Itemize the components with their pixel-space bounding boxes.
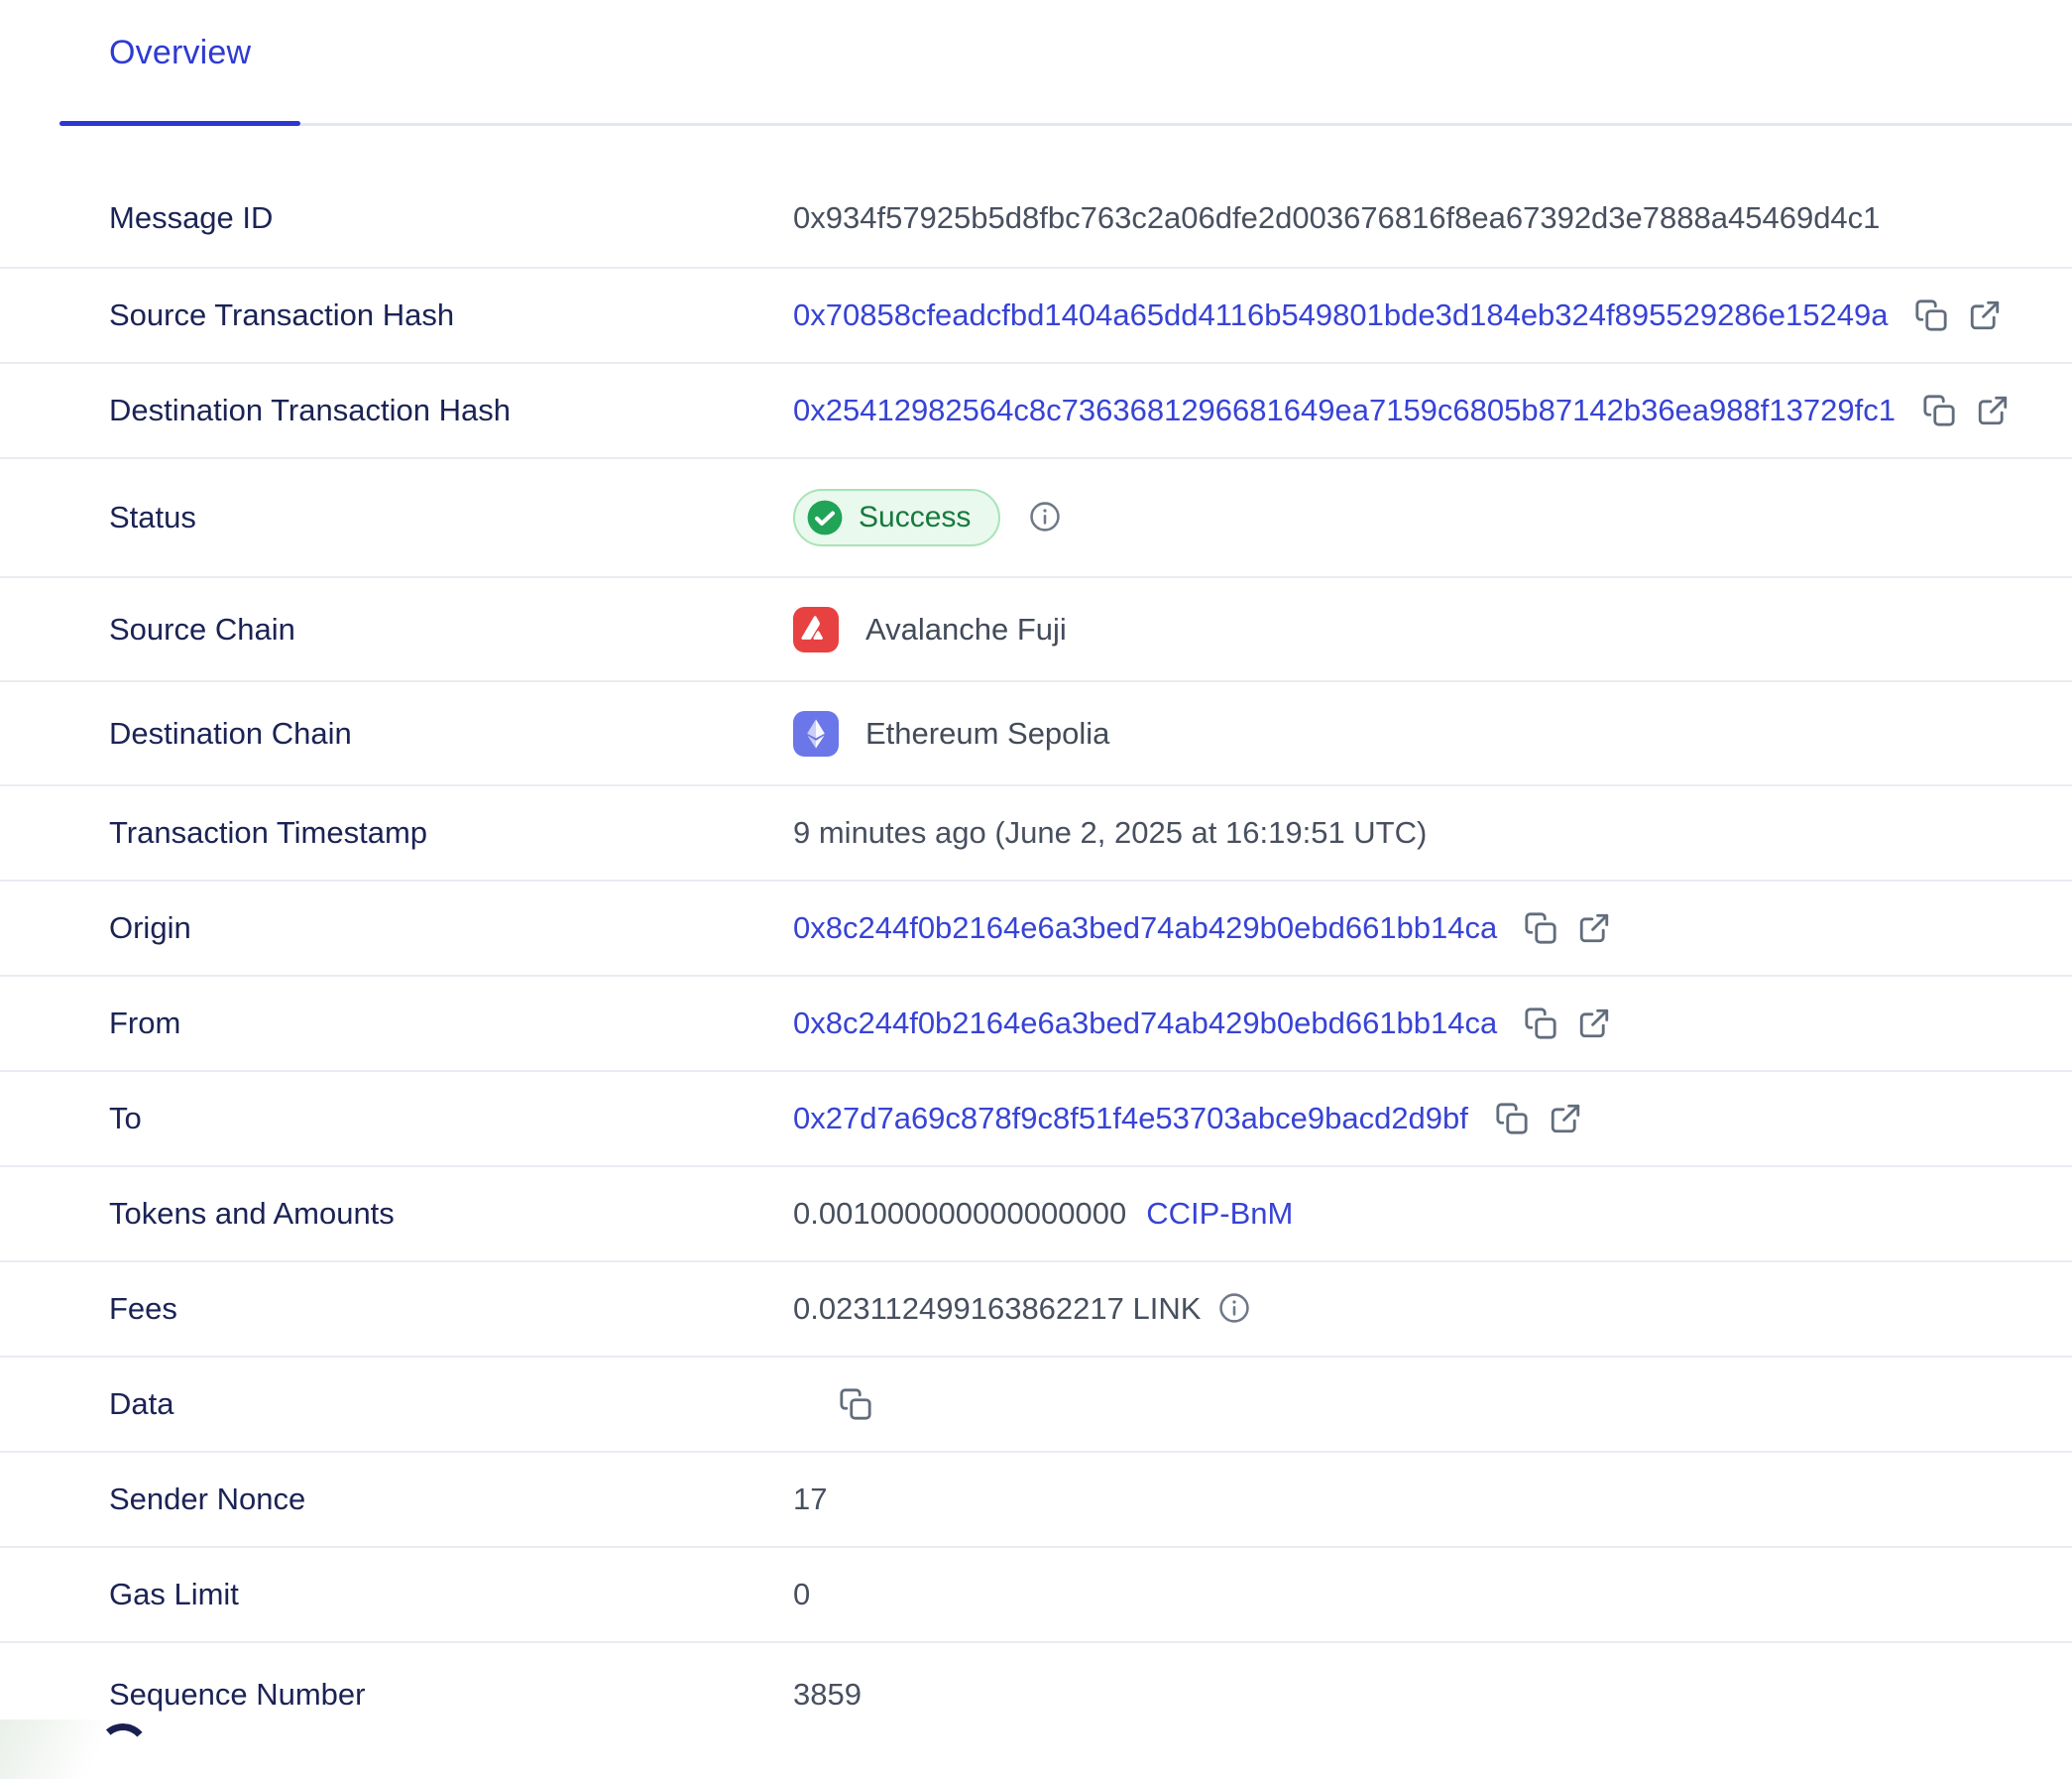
- token-amount: 0.001000000000000000: [793, 1196, 1126, 1232]
- copy-icon[interactable]: [1921, 393, 1957, 428]
- tab-bar-divider: [59, 123, 2072, 126]
- external-link-icon[interactable]: [1967, 297, 2003, 333]
- active-tab-indicator: [59, 121, 300, 126]
- from-label: From: [109, 1006, 793, 1041]
- fees-info-icon[interactable]: [1217, 1291, 1253, 1327]
- table-row-message-id: Message ID 0x934f57925b5d8fbc763c2a06dfe…: [0, 170, 2072, 269]
- external-link-icon[interactable]: [1975, 393, 2011, 428]
- token-symbol-link[interactable]: CCIP-BnM: [1146, 1196, 1293, 1232]
- status-info-icon[interactable]: [1028, 500, 1064, 535]
- from-address-link[interactable]: 0x8c244f0b2164e6a3bed74ab429b0ebd661bb14…: [793, 1006, 1497, 1041]
- dest-tx-hash-link[interactable]: 0x25412982564c8c7363681296681649ea7159c6…: [793, 393, 1896, 428]
- table-row-source-tx-hash: Source Transaction Hash 0x70858cfeadcfbd…: [0, 269, 2072, 364]
- table-row-source-chain: Source Chain Avalanche Fuji: [0, 578, 2072, 682]
- copy-icon[interactable]: [838, 1386, 873, 1422]
- external-link-icon[interactable]: [1576, 910, 1612, 946]
- gas-limit-value: 0: [793, 1577, 810, 1612]
- sequence-number-value: 3859: [793, 1677, 862, 1713]
- sender-nonce-value: 17: [793, 1482, 827, 1517]
- external-link-icon[interactable]: [1548, 1101, 1583, 1136]
- table-row-fees: Fees 0.023112499163862217 LINK: [0, 1262, 2072, 1358]
- external-link-icon[interactable]: [1576, 1006, 1612, 1041]
- origin-address-link[interactable]: 0x8c244f0b2164e6a3bed74ab429b0ebd661bb14…: [793, 910, 1497, 946]
- copy-icon[interactable]: [1523, 1006, 1558, 1041]
- dest-chain-name: Ethereum Sepolia: [865, 716, 1109, 752]
- status-badge-text: Success: [859, 501, 971, 534]
- copy-icon[interactable]: [1913, 297, 1949, 333]
- table-row-from: From 0x8c244f0b2164e6a3bed74ab429b0ebd66…: [0, 977, 2072, 1072]
- check-circle-icon: [806, 499, 844, 536]
- overview-table: Message ID 0x934f57925b5d8fbc763c2a06dfe…: [0, 170, 2072, 1746]
- gas-limit-label: Gas Limit: [109, 1577, 793, 1612]
- table-row-gas-limit: Gas Limit 0: [0, 1548, 2072, 1643]
- dest-tx-hash-label: Destination Transaction Hash: [109, 393, 793, 428]
- status-label: Status: [109, 500, 793, 535]
- sender-nonce-label: Sender Nonce: [109, 1482, 793, 1517]
- message-id-label: Message ID: [109, 200, 793, 236]
- table-row-to: To 0x27d7a69c878f9c8f51f4e53703abce9bacd…: [0, 1072, 2072, 1167]
- tab-overview[interactable]: Overview: [109, 34, 251, 72]
- table-row-tokens: Tokens and Amounts 0.001000000000000000 …: [0, 1167, 2072, 1262]
- origin-label: Origin: [109, 910, 793, 946]
- table-row-status: Status Success: [0, 459, 2072, 578]
- table-row-origin: Origin 0x8c244f0b2164e6a3bed74ab429b0ebd…: [0, 882, 2072, 977]
- to-label: To: [109, 1101, 793, 1136]
- source-chain-label: Source Chain: [109, 612, 793, 648]
- data-label: Data: [109, 1386, 793, 1422]
- ethereum-icon: [793, 711, 839, 757]
- table-row-dest-chain: Destination Chain Ethereum Sepolia: [0, 682, 2072, 786]
- to-address-link[interactable]: 0x27d7a69c878f9c8f51f4e53703abce9bacd2d9…: [793, 1101, 1468, 1136]
- table-row-timestamp: Transaction Timestamp 9 minutes ago (Jun…: [0, 786, 2072, 882]
- fees-label: Fees: [109, 1291, 793, 1327]
- dest-chain-label: Destination Chain: [109, 716, 793, 752]
- copy-icon[interactable]: [1494, 1101, 1530, 1136]
- status-badge: Success: [793, 489, 1000, 546]
- copy-icon[interactable]: [1523, 910, 1558, 946]
- table-row-sequence-number: Sequence Number 3859: [0, 1643, 2072, 1746]
- source-chain-name: Avalanche Fuji: [865, 612, 1067, 648]
- table-row-dest-tx-hash: Destination Transaction Hash 0x254129825…: [0, 364, 2072, 459]
- sequence-number-label: Sequence Number: [109, 1677, 793, 1713]
- table-row-sender-nonce: Sender Nonce 17: [0, 1453, 2072, 1548]
- tab-bar: Overview: [0, 0, 2072, 126]
- timestamp-value: 9 minutes ago (June 2, 2025 at 16:19:51 …: [793, 815, 1427, 851]
- avalanche-icon: [793, 607, 839, 652]
- timestamp-label: Transaction Timestamp: [109, 815, 793, 851]
- tokens-label: Tokens and Amounts: [109, 1196, 793, 1232]
- message-id-value: 0x934f57925b5d8fbc763c2a06dfe2d003676816…: [793, 200, 1880, 236]
- source-tx-hash-link[interactable]: 0x70858cfeadcfbd1404a65dd4116b549801bde3…: [793, 297, 1888, 333]
- source-tx-hash-label: Source Transaction Hash: [109, 297, 793, 333]
- fees-value: 0.023112499163862217 LINK: [793, 1291, 1201, 1327]
- table-row-data: Data: [0, 1358, 2072, 1453]
